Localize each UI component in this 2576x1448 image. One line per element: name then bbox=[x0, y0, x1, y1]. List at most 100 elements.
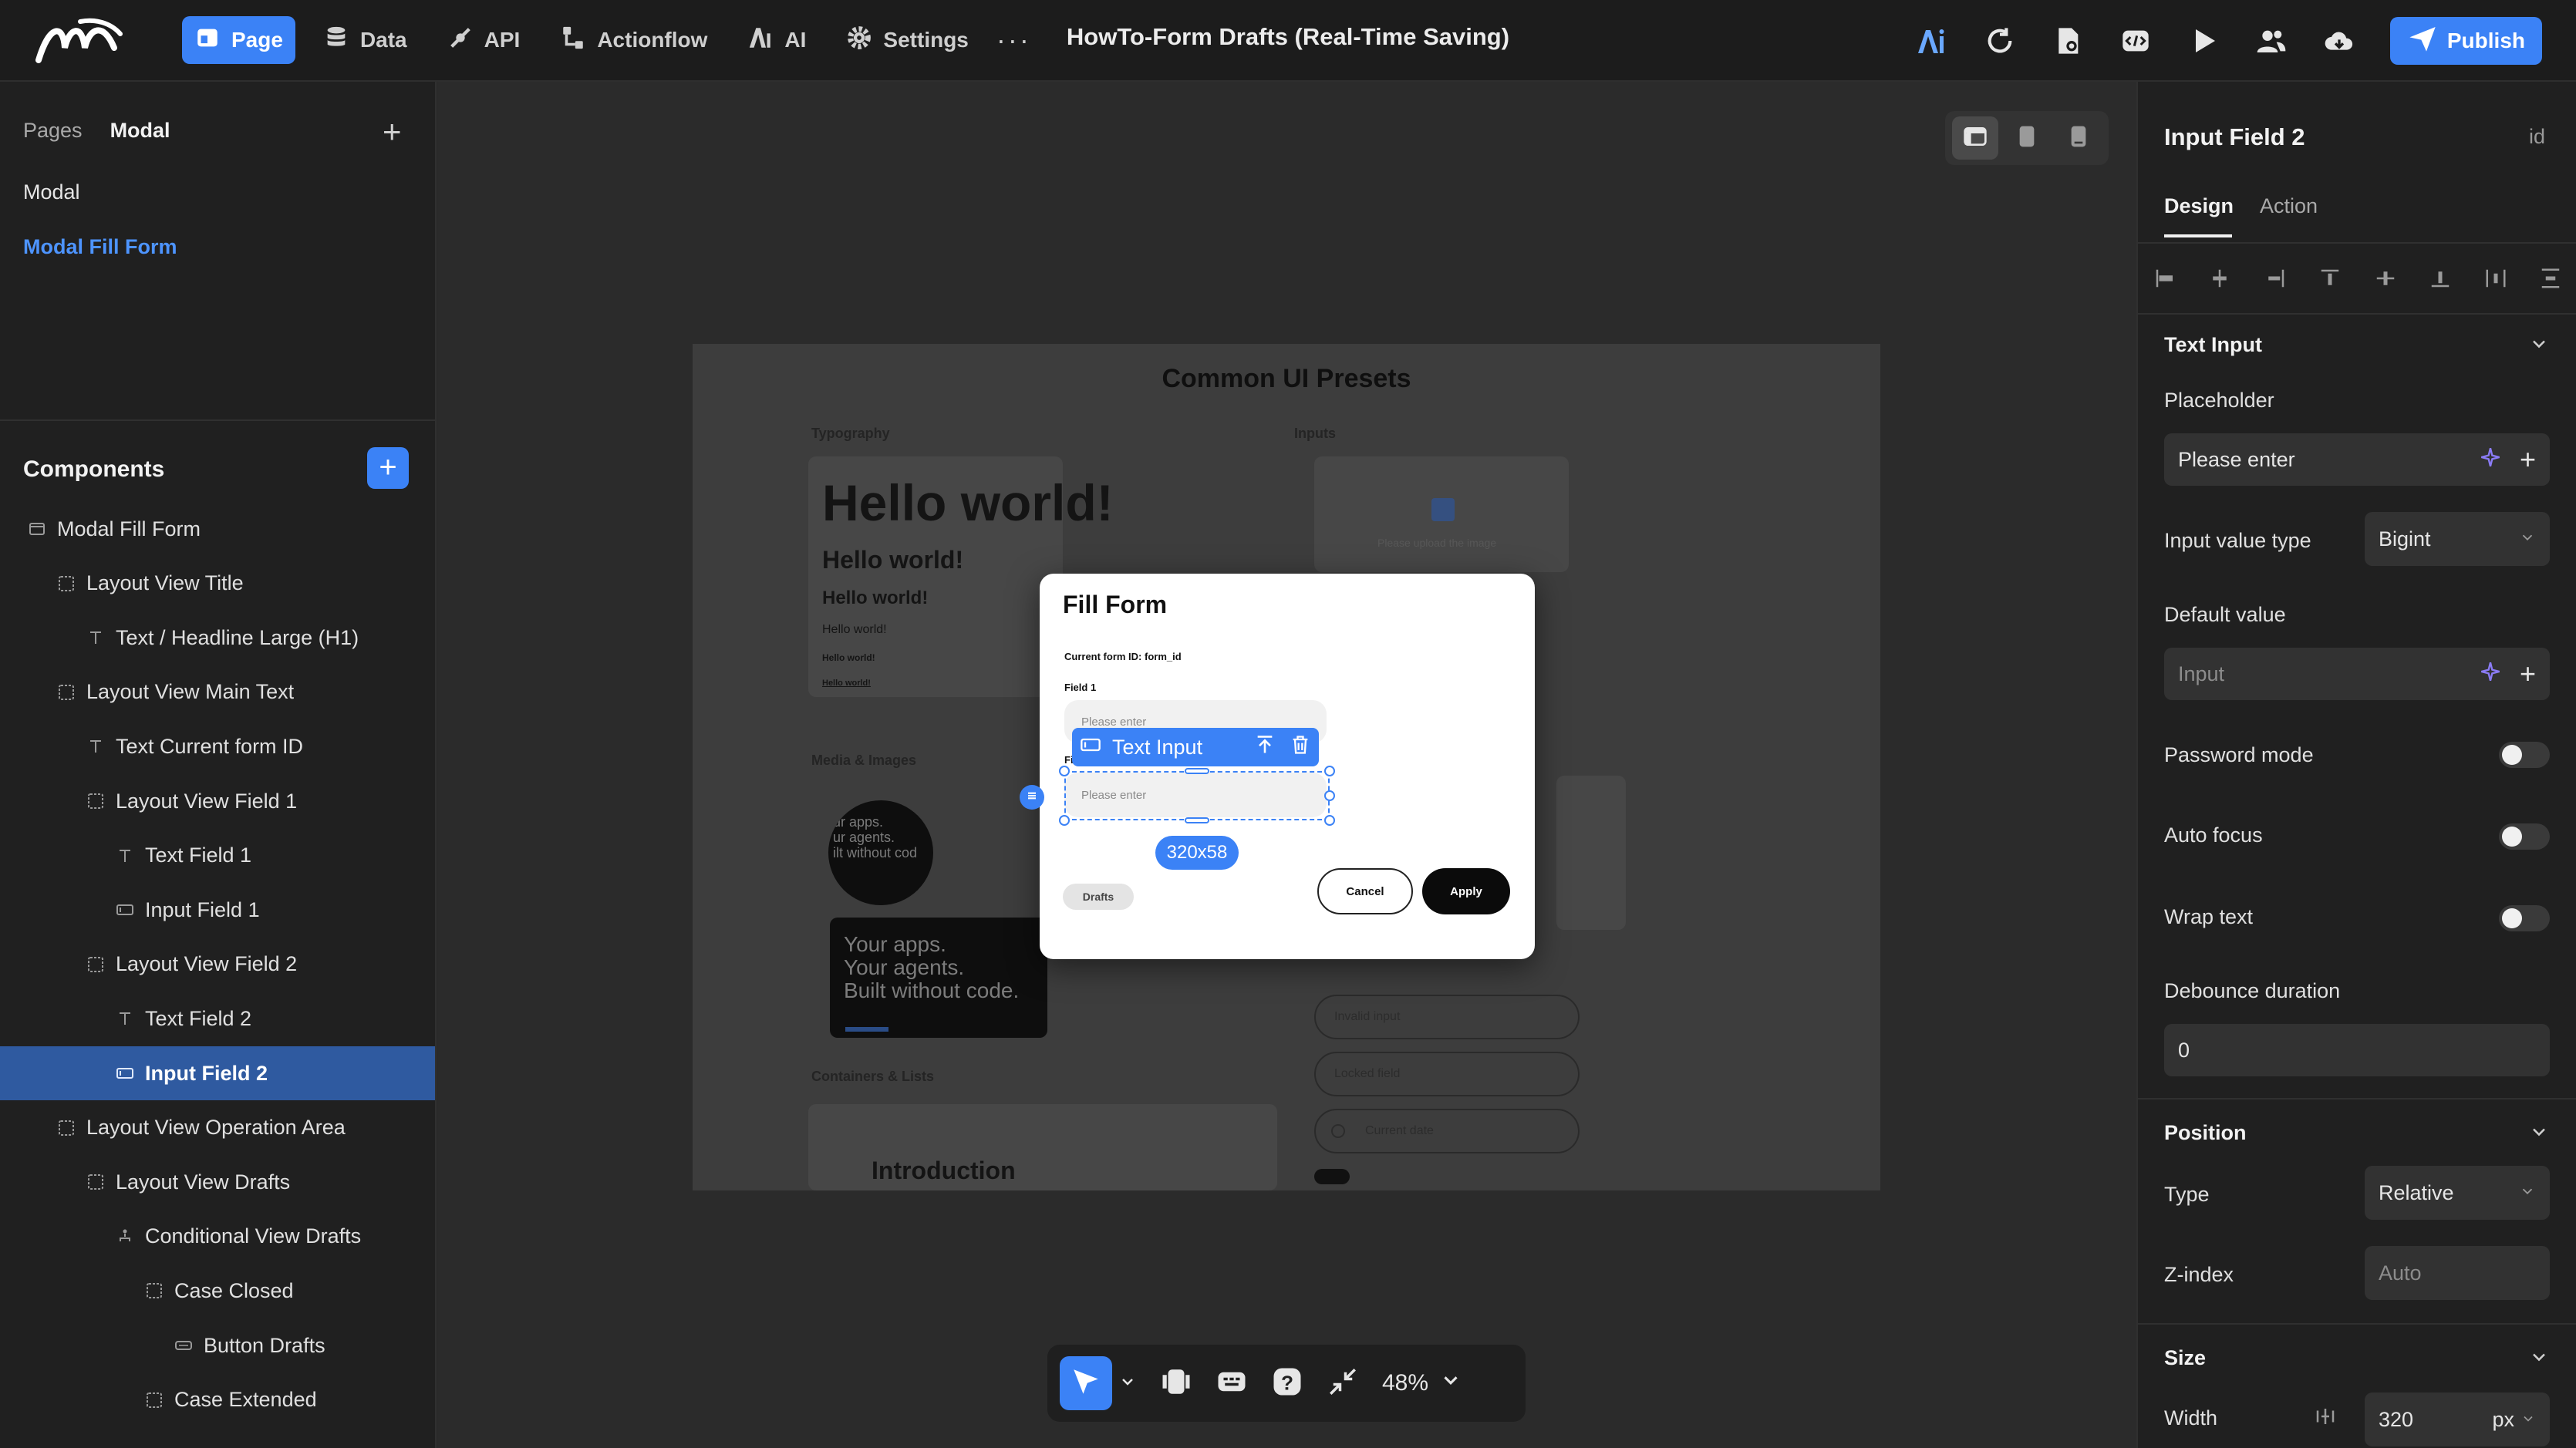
resize-handle-tr[interactable] bbox=[1324, 766, 1335, 776]
resize-handle-br[interactable] bbox=[1324, 815, 1335, 826]
align-center-v-icon[interactable] bbox=[2374, 267, 2397, 294]
tree-item[interactable]: Text Field 1 bbox=[0, 829, 435, 883]
resize-handle-top[interactable] bbox=[1185, 768, 1209, 774]
nav-actionflow[interactable]: Actionflow bbox=[548, 16, 720, 64]
page-item-modal[interactable]: Modal bbox=[23, 180, 80, 204]
align-bottom-icon[interactable] bbox=[2429, 267, 2452, 294]
tree-item[interactable]: Input Field 2 bbox=[0, 1046, 435, 1100]
width-label: Width bbox=[2164, 1406, 2218, 1429]
width-field[interactable]: 320 px bbox=[2365, 1392, 2550, 1446]
plus-icon[interactable]: + bbox=[2520, 658, 2536, 690]
align-center-h-icon[interactable] bbox=[2208, 267, 2231, 294]
align-right-icon[interactable] bbox=[2264, 267, 2287, 294]
auto-focus-toggle[interactable] bbox=[2499, 823, 2550, 850]
mobile-view-button[interactable] bbox=[2055, 116, 2102, 160]
component-id[interactable]: id bbox=[2529, 125, 2545, 149]
resize-handle-bl[interactable] bbox=[1059, 815, 1070, 826]
page-settings-icon[interactable] bbox=[2051, 24, 2085, 58]
tab-design[interactable]: Design bbox=[2164, 194, 2234, 218]
refresh-icon[interactable] bbox=[1983, 24, 2017, 58]
tree-item[interactable]: Layout View Field 1 bbox=[0, 774, 435, 828]
tree-item[interactable]: Layout View Main Text bbox=[0, 665, 435, 719]
tree-item[interactable]: Conditional View Drafts bbox=[0, 1210, 435, 1264]
width-unit[interactable]: px bbox=[2492, 1408, 2514, 1432]
page-icon bbox=[194, 25, 221, 56]
zoom-level: 48% bbox=[1382, 1370, 1429, 1396]
resize-handle-r[interactable] bbox=[1324, 790, 1335, 801]
distribute-v-icon[interactable] bbox=[2539, 267, 2562, 294]
nav-api[interactable]: API bbox=[435, 16, 533, 64]
chevron-down-icon bbox=[2519, 1181, 2536, 1205]
publish-button[interactable]: Publish bbox=[2389, 17, 2542, 65]
plus-icon[interactable]: + bbox=[2520, 443, 2536, 476]
tree-item[interactable]: Layout View Field 2 bbox=[0, 938, 435, 992]
tree-item[interactable]: Input Field 1 bbox=[0, 883, 435, 937]
tree-item[interactable]: Button Drafts bbox=[0, 1318, 435, 1372]
tree-item[interactable]: Layout View Drafts bbox=[0, 1155, 435, 1209]
tree-item[interactable]: Modal Fill Form bbox=[0, 502, 435, 556]
drafts-button[interactable]: Drafts bbox=[1063, 884, 1134, 910]
desktop-view-button[interactable] bbox=[1952, 116, 1999, 160]
layout-icon bbox=[56, 573, 77, 594]
tree-item[interactable]: Layout View Title bbox=[0, 557, 435, 611]
sparkle-icon[interactable] bbox=[2480, 661, 2501, 688]
chevron-down-icon[interactable] bbox=[2528, 1121, 2550, 1143]
zoom-control[interactable]: 48% bbox=[1382, 1369, 1462, 1398]
help-tool[interactable]: ? bbox=[1271, 1356, 1303, 1410]
nav-ai[interactable]: AI bbox=[735, 16, 818, 64]
cloud-icon[interactable] bbox=[2322, 24, 2356, 58]
tree-item[interactable]: Text / Headline Large (H1) bbox=[0, 611, 435, 665]
resize-handle-tl[interactable] bbox=[1059, 766, 1070, 776]
ai-assistant-icon[interactable] bbox=[1915, 24, 1949, 58]
select-parent-icon[interactable] bbox=[1254, 734, 1276, 761]
nav-page[interactable]: Page bbox=[182, 16, 295, 64]
app-logo[interactable] bbox=[34, 17, 123, 66]
select-tool[interactable] bbox=[1060, 1356, 1112, 1410]
text-input-section-title: Text Input bbox=[2164, 333, 2262, 356]
apply-button[interactable]: Apply bbox=[1422, 868, 1510, 914]
input-value-type-select[interactable]: Bigint bbox=[2365, 512, 2550, 566]
position-type-select[interactable]: Relative bbox=[2365, 1166, 2550, 1220]
fill-form-modal[interactable]: Fill Form Current form ID: form_id Field… bbox=[1040, 574, 1535, 959]
wrap-text-toggle[interactable] bbox=[2499, 905, 2550, 931]
users-icon[interactable] bbox=[2254, 24, 2288, 58]
width-mode-icon[interactable] bbox=[2314, 1405, 2337, 1432]
chevron-down-icon bbox=[1439, 1369, 1462, 1398]
tab-modal[interactable]: Modal bbox=[110, 119, 170, 143]
delete-icon[interactable] bbox=[1290, 734, 1311, 761]
cancel-button[interactable]: Cancel bbox=[1317, 868, 1413, 914]
nav-data[interactable]: Data bbox=[311, 16, 420, 64]
sparkle-icon[interactable] bbox=[2480, 446, 2501, 473]
tab-action[interactable]: Action bbox=[2260, 194, 2318, 218]
tab-pages[interactable]: Pages bbox=[23, 119, 83, 143]
page-item-modal-fill-form[interactable]: Modal Fill Form bbox=[23, 235, 177, 259]
chevron-down-icon[interactable] bbox=[2528, 333, 2550, 355]
add-component-button[interactable]: + bbox=[367, 447, 409, 489]
keyboard-tool[interactable] bbox=[1216, 1356, 1248, 1410]
play-icon[interactable] bbox=[2187, 24, 2220, 58]
panel-divider bbox=[2138, 1098, 2576, 1099]
z-index-field[interactable]: Auto bbox=[2365, 1246, 2550, 1300]
placeholder-field[interactable]: Please enter + bbox=[2164, 433, 2550, 486]
tree-item[interactable]: Text Field 2 bbox=[0, 992, 435, 1046]
select-tool-menu[interactable] bbox=[1118, 1356, 1137, 1410]
tablet-view-button[interactable] bbox=[2004, 116, 2050, 160]
tree-item[interactable]: Text Current form ID bbox=[0, 719, 435, 773]
tree-item[interactable]: Case Extended bbox=[0, 1373, 435, 1427]
align-left-icon[interactable] bbox=[2153, 267, 2176, 294]
default-value-field[interactable]: Input + bbox=[2164, 648, 2550, 700]
resize-handle-bottom[interactable] bbox=[1185, 817, 1209, 823]
add-page-button[interactable]: + bbox=[383, 116, 402, 148]
debounce-duration-field[interactable]: 0 bbox=[2164, 1024, 2550, 1076]
selection-outline[interactable] bbox=[1064, 771, 1330, 820]
layout-handle[interactable] bbox=[1020, 785, 1044, 810]
tree-item[interactable]: Layout View Operation Area bbox=[0, 1101, 435, 1155]
tree-item[interactable]: Case Closed bbox=[0, 1264, 435, 1318]
chevron-down-icon[interactable] bbox=[2528, 1346, 2550, 1368]
component-tool[interactable] bbox=[1160, 1356, 1192, 1410]
fit-tool[interactable] bbox=[1327, 1356, 1359, 1410]
password-mode-toggle[interactable] bbox=[2499, 742, 2550, 768]
align-top-icon[interactable] bbox=[2318, 267, 2342, 294]
distribute-h-icon[interactable] bbox=[2484, 267, 2507, 294]
code-icon[interactable] bbox=[2119, 24, 2153, 58]
